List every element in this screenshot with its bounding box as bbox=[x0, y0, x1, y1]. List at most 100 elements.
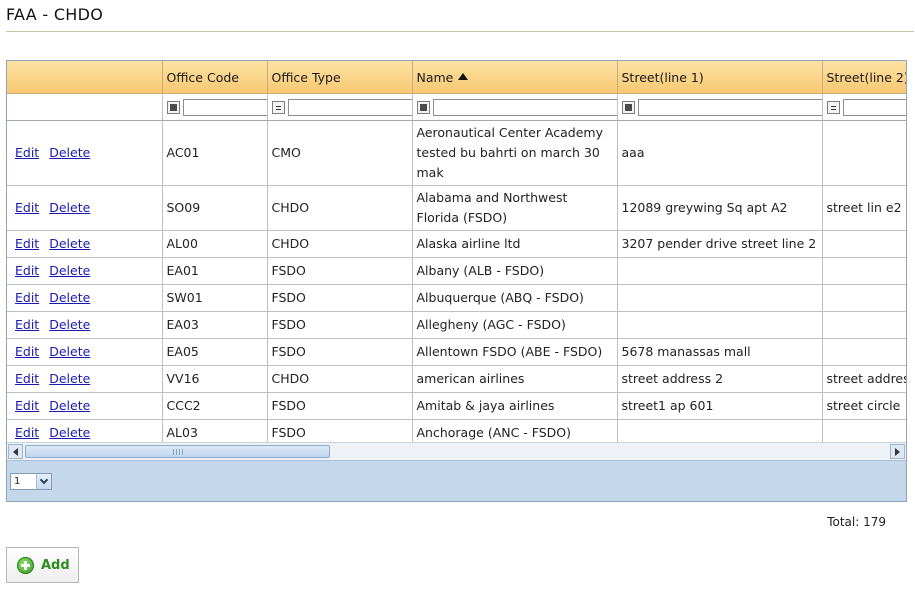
office-type-cell: FSDO bbox=[267, 257, 413, 285]
filter-icon[interactable] bbox=[621, 100, 635, 114]
street-line-2-cell bbox=[822, 257, 906, 285]
column-header-name[interactable]: Name bbox=[412, 61, 618, 94]
add-button[interactable]: Add bbox=[6, 547, 79, 583]
name-cell: Allegheny (AGC - FSDO) bbox=[412, 311, 618, 339]
delete-link[interactable]: Delete bbox=[49, 236, 90, 251]
arrow-right-icon bbox=[895, 447, 900, 456]
office-code-cell: SW01 bbox=[162, 284, 268, 312]
scrollbar-thumb[interactable] bbox=[25, 445, 330, 458]
column-header-actions bbox=[7, 61, 163, 94]
equal-icon[interactable] bbox=[271, 100, 285, 114]
column-header-office-type[interactable]: Office Type bbox=[267, 61, 413, 94]
office-code-cell: AC01 bbox=[162, 120, 268, 186]
filter-icon[interactable] bbox=[166, 100, 180, 114]
row-actions: Edit Delete bbox=[7, 338, 163, 366]
filter-cell-actions bbox=[7, 93, 163, 121]
office-code-cell: VV16 bbox=[162, 365, 268, 393]
office-code-cell: EA05 bbox=[162, 338, 268, 366]
column-header-street-line-2[interactable]: Street(line 2) bbox=[822, 61, 906, 94]
page-select-value: 1 bbox=[14, 476, 21, 487]
equal-icon[interactable] bbox=[826, 100, 840, 114]
office-code-cell: EA03 bbox=[162, 311, 268, 339]
delete-link[interactable]: Delete bbox=[49, 425, 90, 440]
delete-link[interactable]: Delete bbox=[49, 344, 90, 359]
street-line-1-cell: 12089 greywing Sq apt A2 bbox=[617, 185, 823, 231]
table-row: Edit Delete AL03 FSDO Anchorage (ANC - FS… bbox=[7, 419, 906, 442]
street-line-2-cell bbox=[822, 419, 906, 442]
edit-link[interactable]: Edit bbox=[15, 425, 39, 440]
name-cell: Alaska airline ltd bbox=[412, 230, 618, 258]
row-actions: Edit Delete bbox=[7, 230, 163, 258]
name-cell: Allentown FSDO (ABE - FSDO) bbox=[412, 338, 618, 366]
add-button-label: Add bbox=[41, 557, 70, 573]
office-type-cell: FSDO bbox=[267, 338, 413, 366]
delete-link[interactable]: Delete bbox=[49, 398, 90, 413]
filter-cell-office-type bbox=[267, 93, 413, 121]
street-line-1-cell: street address 2 bbox=[617, 365, 823, 393]
title-divider bbox=[6, 31, 914, 32]
horizontal-scrollbar[interactable] bbox=[7, 442, 906, 460]
street-line-1-filter-input[interactable] bbox=[637, 98, 821, 116]
street-line-1-cell: 5678 manassas mall bbox=[617, 338, 823, 366]
street-line-1-cell bbox=[617, 419, 823, 442]
page-select[interactable]: 1 bbox=[10, 473, 52, 490]
row-actions: Edit Delete bbox=[7, 185, 163, 231]
edit-link[interactable]: Edit bbox=[15, 371, 39, 386]
delete-link[interactable]: Delete bbox=[49, 145, 90, 160]
edit-link[interactable]: Edit bbox=[15, 236, 39, 251]
name-cell: Amitab & jaya airlines bbox=[412, 392, 618, 420]
name-cell: Anchorage (ANC - FSDO) bbox=[412, 419, 618, 442]
table-row: Edit Delete CCC2 FSDO Amitab & jaya airli… bbox=[7, 392, 906, 420]
filter-row bbox=[7, 93, 906, 121]
delete-link[interactable]: Delete bbox=[49, 371, 90, 386]
delete-link[interactable]: Delete bbox=[49, 200, 90, 215]
column-header-office-code[interactable]: Office Code bbox=[162, 61, 268, 94]
office-code-filter-input[interactable] bbox=[182, 98, 266, 116]
office-type-cell: FSDO bbox=[267, 419, 413, 442]
office-type-cell: FSDO bbox=[267, 311, 413, 339]
office-type-cell: FSDO bbox=[267, 284, 413, 312]
edit-link[interactable]: Edit bbox=[15, 263, 39, 278]
pager-bar: 1 bbox=[7, 460, 906, 501]
office-type-cell: CHDO bbox=[267, 230, 413, 258]
row-actions: Edit Delete bbox=[7, 284, 163, 312]
name-cell: Albuquerque (ABQ - FSDO) bbox=[412, 284, 618, 312]
filter-icon[interactable] bbox=[416, 100, 430, 114]
street-line-2-cell bbox=[822, 284, 906, 312]
street-line-2-cell bbox=[822, 311, 906, 339]
name-cell: Alabama and Northwest Florida (FSDO) bbox=[412, 185, 618, 231]
delete-link[interactable]: Delete bbox=[49, 263, 90, 278]
office-type-filter-input[interactable] bbox=[287, 98, 411, 116]
edit-link[interactable]: Edit bbox=[15, 200, 39, 215]
street-line-2-cell: street address bbox=[822, 365, 906, 393]
table-row: Edit Delete SW01 FSDO Albuquerque (ABQ - … bbox=[7, 284, 906, 312]
column-header-street-line-1[interactable]: Street(line 1) bbox=[617, 61, 823, 94]
page-title: FAA - CHDO bbox=[6, 5, 104, 24]
table-row: Edit Delete EA05 FSDO Allentown FSDO (ABE… bbox=[7, 338, 906, 366]
street-line-2-filter-input[interactable] bbox=[842, 98, 906, 116]
street-line-2-cell: street lin e2 bbox=[822, 185, 906, 231]
name-filter-input[interactable] bbox=[432, 98, 616, 116]
offices-grid: Office Code Office Type Name Street(line… bbox=[6, 60, 907, 502]
dropdown-arrow[interactable] bbox=[36, 474, 51, 489]
office-code-cell: EA01 bbox=[162, 257, 268, 285]
grip-icon bbox=[173, 449, 183, 455]
scroll-left-button[interactable] bbox=[8, 444, 23, 459]
filter-cell-name bbox=[412, 93, 618, 121]
edit-link[interactable]: Edit bbox=[15, 145, 39, 160]
edit-link[interactable]: Edit bbox=[15, 290, 39, 305]
edit-link[interactable]: Edit bbox=[15, 317, 39, 332]
office-code-cell: AL00 bbox=[162, 230, 268, 258]
name-cell: american airlines bbox=[412, 365, 618, 393]
table-row: Edit Delete EA01 FSDO Albany (ALB - FSDO) bbox=[7, 257, 906, 285]
office-code-cell: SO09 bbox=[162, 185, 268, 231]
total-count: Total: 179 bbox=[827, 515, 886, 529]
scroll-right-button[interactable] bbox=[890, 444, 905, 459]
office-code-cell: CCC2 bbox=[162, 392, 268, 420]
filter-cell-street-line-1 bbox=[617, 93, 823, 121]
edit-link[interactable]: Edit bbox=[15, 398, 39, 413]
edit-link[interactable]: Edit bbox=[15, 344, 39, 359]
row-actions: Edit Delete bbox=[7, 120, 163, 186]
delete-link[interactable]: Delete bbox=[49, 317, 90, 332]
delete-link[interactable]: Delete bbox=[49, 290, 90, 305]
